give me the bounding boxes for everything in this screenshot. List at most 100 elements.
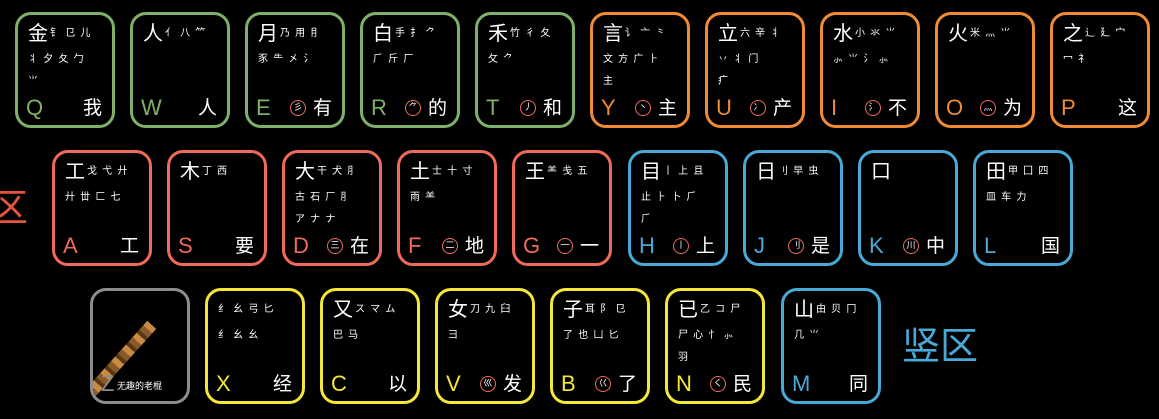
key-root-row: 冖 礻 xyxy=(1063,54,1090,65)
key-v[interactable]: 女刀 九 臼彐 V 巛发 xyxy=(435,288,535,404)
key-main-root: 金 xyxy=(28,21,48,45)
key-h[interactable]: 目丨 上 且止 ⺊ 卜 ⺁⺁ H 丨上 xyxy=(628,150,728,266)
key-word: 人 xyxy=(197,97,217,119)
key-root-row: 小 氺 ⺌ xyxy=(855,28,897,39)
stroke-hint-icon: 一 xyxy=(557,238,573,254)
key-root-row: 主 xyxy=(603,76,614,87)
key-root-list: 巴 马 xyxy=(333,325,359,347)
key-w[interactable]: 人亻 八 ⺮ W 人 xyxy=(130,12,230,128)
key-word: 中 xyxy=(925,235,945,257)
key-g[interactable]: 王⺷ 戋 五G一一 xyxy=(512,150,612,266)
key-word: 一 xyxy=(579,235,599,257)
stroke-hint-icon: ⺈ xyxy=(405,100,421,116)
key-m[interactable]: 山由 贝 冂几 ⺌ M 同 xyxy=(781,288,881,404)
key-d[interactable]: 大干 犬 ⺼古 石 厂 ⺼ア ナ ナD三在 xyxy=(282,150,382,266)
key-word: 上 xyxy=(695,235,715,257)
key-b[interactable]: 子耳 阝 ⺋了 也 凵 匕 B 巜了 xyxy=(550,288,650,404)
key-main-root: 土 xyxy=(410,159,430,183)
key-letter: Z xyxy=(101,371,115,396)
key-letter: P xyxy=(1061,95,1076,120)
key-word: 发 xyxy=(502,373,522,395)
key-letter: S xyxy=(178,233,193,258)
key-q[interactable]: 金钅 ⺋ 儿丬 夕 夂 勹⺌ Q 我 xyxy=(15,12,115,128)
key-l[interactable]: 田甲 囗 四皿 车 力 L 国 xyxy=(973,150,1073,266)
key-word: 有 xyxy=(312,97,332,119)
key-letter: D xyxy=(293,233,309,258)
key-letter: F xyxy=(408,233,422,258)
key-root-list: 攵 ⺈ xyxy=(488,49,514,71)
key-root-row: 几 ⺌ xyxy=(794,330,821,341)
key-root-row: 手 扌 ⺈ xyxy=(395,28,437,39)
key-letter: L xyxy=(984,233,997,258)
zone-label-left: 区 xyxy=(0,186,29,230)
key-root-row: 耳 阝 ⺋ xyxy=(585,304,627,315)
key-root-row: 彐 xyxy=(448,330,459,341)
key-z[interactable]: Z 无趣的老棍 xyxy=(90,288,190,404)
key-a[interactable]: 工戈 弋 廾廾 丗 匚 七A工 xyxy=(52,150,152,266)
key-root-row: 士 十 寸 xyxy=(432,166,474,177)
key-root-list: ⺁ 斤 厂 xyxy=(373,49,414,71)
key-k[interactable]: 口 K 川中 xyxy=(858,150,958,266)
key-word: 以 xyxy=(387,373,407,395)
key-root-row: ⺁ 斤 厂 xyxy=(373,54,415,65)
key-n[interactable]: 已乙 コ 尸尸 心 忄 ⺗羽 N く民 xyxy=(665,288,765,404)
key-root-list: 雨 ⺷ xyxy=(410,187,436,209)
key-main-root: 目 xyxy=(641,159,661,183)
key-main-root: 言 xyxy=(603,21,623,45)
zone-label-right: 竖区 xyxy=(902,324,979,368)
key-letter: R xyxy=(371,95,387,120)
key-root-row: 纟 ⺓ ⺓ xyxy=(218,330,260,341)
key-letter: E xyxy=(256,95,271,120)
key-main-root: 立 xyxy=(718,21,738,45)
key-u[interactable]: 立六 辛 丬丷 丬 门疒U 冫产 xyxy=(705,12,805,128)
key-i[interactable]: 水小 氺 ⺌⺗ ⺌ 氵 ⺗ I 氵不 xyxy=(820,12,920,128)
key-x[interactable]: 纟 ⺓ 弓 匕纟 ⺓ ⺓ X 经 xyxy=(205,288,305,404)
key-root-row: 皿 车 力 xyxy=(986,192,1028,203)
key-o[interactable]: 火米 灬 ⺌ O 灬为 xyxy=(935,12,1035,128)
key-word: 国 xyxy=(1040,235,1060,257)
key-word: 和 xyxy=(542,97,562,119)
stroke-hint-icon: 彡 xyxy=(290,100,306,116)
key-main-root: 已 xyxy=(678,297,698,321)
key-j[interactable]: 日刂 早 虫 J 刂是 xyxy=(743,150,843,266)
key-r[interactable]: 白手 扌 ⺈⺁ 斤 厂 R ⺈的 xyxy=(360,12,460,128)
key-root-list: 文 方 广 ⺊主 xyxy=(603,49,660,93)
key-f[interactable]: 土士 十 寸雨 ⺷ F 二地 xyxy=(397,150,497,266)
key-root-row: ス マ ム xyxy=(355,304,397,315)
key-t[interactable]: 禾竹 彳 夂攵 ⺈ T 丿和 xyxy=(475,12,575,128)
stroke-hint-icon: 丿 xyxy=(520,100,536,116)
key-word: 地 xyxy=(464,235,484,257)
key-main-root: 之 xyxy=(1063,21,1083,45)
key-p[interactable]: 之辶 廴 宀冖 礻 P 这 xyxy=(1050,12,1150,128)
key-root-row: ア ナ ナ xyxy=(295,214,337,225)
key-root-row: 由 贝 冂 xyxy=(816,304,858,315)
stroke-hint-icon: 冫 xyxy=(750,100,766,116)
key-word: 主 xyxy=(657,97,677,119)
key-root-row: 亻 八 ⺮ xyxy=(165,28,207,39)
key-word: 不 xyxy=(887,97,907,119)
key-y[interactable]: 言讠 亠 ⺀文 方 广 ⺊主 Y 丶主 xyxy=(590,12,690,128)
key-root-row: 攵 ⺈ xyxy=(488,54,515,65)
key-root-row: 钅 ⺋ 儿 xyxy=(50,28,92,39)
key-main-root: 白 xyxy=(373,21,393,45)
key-s[interactable]: 木丁 西 S 要 xyxy=(167,150,267,266)
key-root-list: 止 ⺊ 卜 ⺁⺁ xyxy=(641,187,698,231)
key-letter: C xyxy=(331,371,347,396)
stroke-hint-icon: 丨 xyxy=(673,238,689,254)
key-root-list: 廾 丗 匚 七 xyxy=(65,187,122,209)
stroke-hint-icon: 氵 xyxy=(865,100,881,116)
stroke-hint-icon: 川 xyxy=(903,238,919,254)
key-word: 同 xyxy=(848,373,868,395)
key-e[interactable]: 月乃 用 ⺝豕 ⺧ 㐅 ⺡ E 彡有 xyxy=(245,12,345,128)
key-main-root: 日 xyxy=(756,159,776,183)
stroke-hint-icon: 灬 xyxy=(980,100,996,116)
key-root-list: 冖 礻 xyxy=(1063,49,1089,71)
key-letter: N xyxy=(676,371,692,396)
key-word: 要 xyxy=(234,235,254,257)
key-root-row: 干 犬 ⺼ xyxy=(317,166,359,177)
key-c[interactable]: 又ス マ ム巴 马 C 以 xyxy=(320,288,420,404)
key-main-root: 口 xyxy=(871,159,891,183)
key-root-row: 羽 xyxy=(678,352,689,363)
key-root-row: 乃 用 ⺝ xyxy=(280,28,322,39)
stroke-hint-icon: 丶 xyxy=(635,100,651,116)
